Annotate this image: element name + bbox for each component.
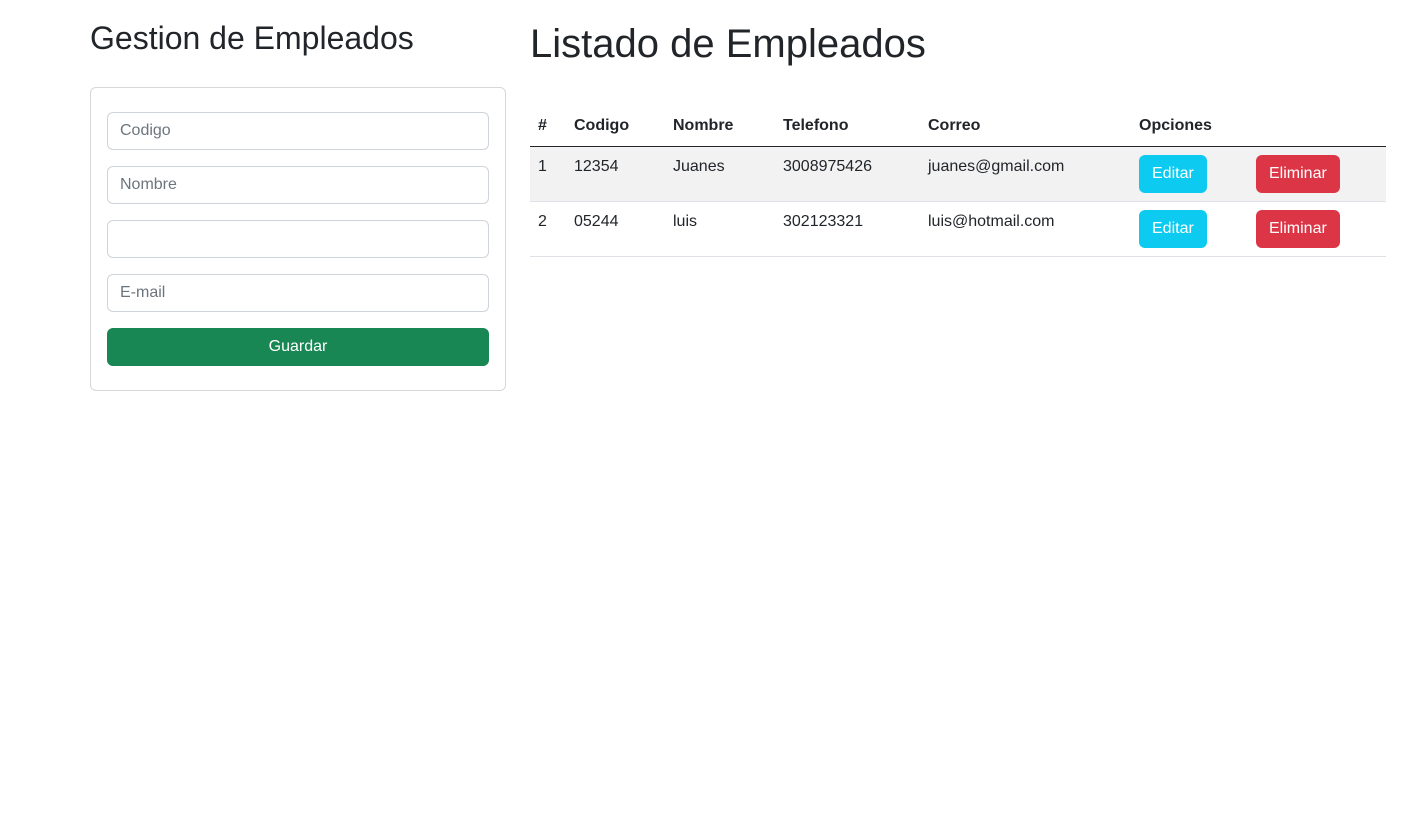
- form-title: Gestion de Empleados: [90, 20, 414, 56]
- nombre-input[interactable]: [107, 166, 489, 204]
- cell-nombre: luis: [665, 201, 775, 257]
- cell-telefono: 3008975426: [775, 146, 920, 202]
- header-opciones: Opciones: [1131, 106, 1248, 147]
- email-input[interactable]: [107, 274, 489, 312]
- cell-correo: luis@hotmail.com: [920, 201, 1131, 257]
- table-header-row: # Codigo Nombre Telefono Correo Opciones: [530, 106, 1386, 147]
- cell-correo: juanes@gmail.com: [920, 146, 1131, 202]
- guardar-button[interactable]: Guardar: [107, 328, 489, 366]
- cell-edit: Editar: [1131, 201, 1248, 257]
- edit-button[interactable]: Editar: [1139, 209, 1207, 248]
- delete-button[interactable]: Eliminar: [1256, 154, 1340, 193]
- table-row: 2 05244 luis 302123321 luis@hotmail.com …: [530, 201, 1386, 257]
- edit-button[interactable]: Editar: [1139, 154, 1207, 193]
- header-codigo: Codigo: [566, 106, 665, 147]
- cell-codigo: 05244: [566, 201, 665, 257]
- list-title: Listado de Empleados: [530, 22, 926, 66]
- cell-num: 1: [530, 146, 566, 202]
- cell-delete: Eliminar: [1248, 201, 1386, 257]
- cell-codigo: 12354: [566, 146, 665, 202]
- table-row: 1 12354 Juanes 3008975426 juanes@gmail.c…: [530, 146, 1386, 202]
- cell-edit: Editar: [1131, 146, 1248, 202]
- header-telefono: Telefono: [775, 106, 920, 147]
- telefono-input[interactable]: [107, 220, 489, 258]
- cell-num: 2: [530, 201, 566, 257]
- header-empty: [1248, 106, 1386, 147]
- header-nombre: Nombre: [665, 106, 775, 147]
- cell-delete: Eliminar: [1248, 146, 1386, 202]
- header-correo: Correo: [920, 106, 1131, 147]
- header-num: #: [530, 106, 566, 147]
- cell-telefono: 302123321: [775, 201, 920, 257]
- delete-button[interactable]: Eliminar: [1256, 209, 1340, 248]
- page: Gestion de Empleados Guardar Listado de …: [0, 0, 1409, 829]
- cell-nombre: Juanes: [665, 146, 775, 202]
- employee-form-card: Guardar: [90, 87, 506, 391]
- codigo-input[interactable]: [107, 112, 489, 150]
- employees-table: # Codigo Nombre Telefono Correo Opciones…: [530, 106, 1386, 257]
